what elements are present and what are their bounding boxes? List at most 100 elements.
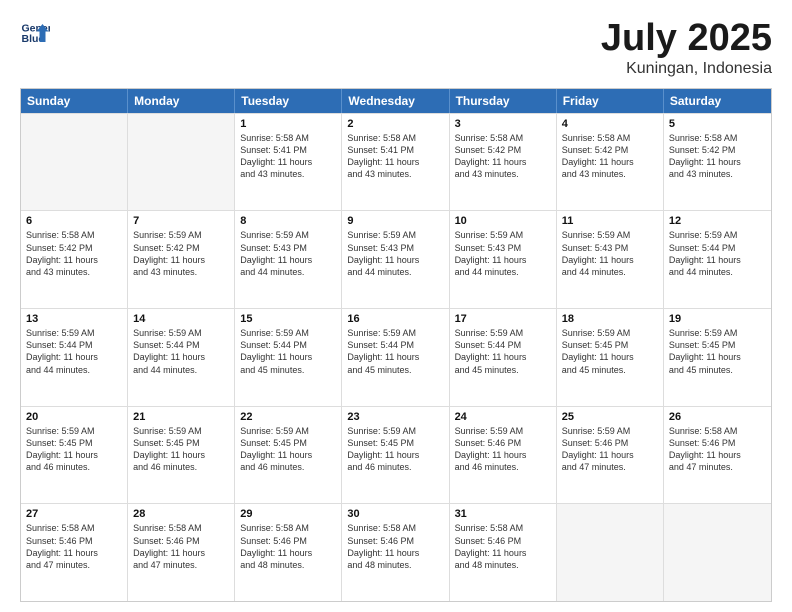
cell-line: and 47 minutes. [669,461,766,473]
cell-line: Sunrise: 5:58 AM [347,132,443,144]
day-number: 5 [669,118,766,130]
cell-line: Sunrise: 5:59 AM [455,229,551,241]
calendar-row: 20Sunrise: 5:59 AMSunset: 5:45 PMDayligh… [21,406,771,504]
cell-line: Daylight: 11 hours [455,547,551,559]
weekday-header: Friday [557,89,664,113]
calendar-cell: 6Sunrise: 5:58 AMSunset: 5:42 PMDaylight… [21,211,128,308]
title-block: July 2025 Kuningan, Indonesia [601,18,772,78]
calendar-cell: 28Sunrise: 5:58 AMSunset: 5:46 PMDayligh… [128,504,235,601]
calendar: SundayMondayTuesdayWednesdayThursdayFrid… [20,88,772,602]
calendar-cell: 13Sunrise: 5:59 AMSunset: 5:44 PMDayligh… [21,309,128,406]
cell-line: and 43 minutes. [669,168,766,180]
cell-line: Sunset: 5:46 PM [26,535,122,547]
cell-line: Daylight: 11 hours [240,156,336,168]
calendar-cell: 11Sunrise: 5:59 AMSunset: 5:43 PMDayligh… [557,211,664,308]
cell-line: Sunset: 5:46 PM [133,535,229,547]
cell-line: Sunset: 5:45 PM [26,437,122,449]
cell-line: Sunrise: 5:59 AM [669,229,766,241]
cell-line: Sunset: 5:44 PM [240,339,336,351]
cell-line: Sunset: 5:46 PM [240,535,336,547]
cell-line: Sunset: 5:43 PM [347,242,443,254]
cell-line: and 43 minutes. [26,266,122,278]
cell-line: Daylight: 11 hours [562,254,658,266]
cell-line: and 44 minutes. [669,266,766,278]
cell-line: Sunset: 5:42 PM [669,144,766,156]
cell-line: Daylight: 11 hours [669,351,766,363]
cell-line: Sunset: 5:45 PM [669,339,766,351]
weekday-header: Thursday [450,89,557,113]
day-number: 7 [133,215,229,227]
cell-line: and 44 minutes. [347,266,443,278]
calendar-cell [664,504,771,601]
day-number: 11 [562,215,658,227]
cell-line: and 45 minutes. [240,364,336,376]
calendar-cell [128,114,235,211]
calendar-cell: 24 Sunrise: 5:59 AMSunset: 5:46 PMDayligh… [450,407,557,504]
cell-line: Sunset: 5:46 PM [455,437,551,449]
cell-line: Sunrise: 5:58 AM [240,522,336,534]
calendar-row: 1Sunrise: 5:58 AMSunset: 5:41 PMDaylight… [21,113,771,211]
cell-line: Sunset: 5:44 PM [133,339,229,351]
day-number: 9 [347,215,443,227]
calendar-cell [557,504,664,601]
cell-line: and 46 minutes. [240,461,336,473]
calendar-cell: 22Sunrise: 5:59 AMSunset: 5:45 PMDayligh… [235,407,342,504]
cell-line: Daylight: 11 hours [26,547,122,559]
cell-line: Sunset: 5:41 PM [240,144,336,156]
cell-line: Sunrise: 5:58 AM [133,522,229,534]
day-number: 29 [240,508,336,520]
calendar-cell: 30Sunrise: 5:58 AMSunset: 5:46 PMDayligh… [342,504,449,601]
day-number: 21 [133,411,229,423]
cell-line: Sunrise: 5:58 AM [347,522,443,534]
day-number: 14 [133,313,229,325]
cell-line: Daylight: 11 hours [455,351,551,363]
day-number: 1 [240,118,336,130]
calendar-cell: 1 Sunrise: 5:58 AMSunset: 5:41 PMDaylight… [235,114,342,211]
day-number: 17 [455,313,551,325]
cell-line: Sunset: 5:42 PM [455,144,551,156]
page: General Blue July 2025 Kuningan, Indones… [0,0,792,612]
month-title: July 2025 [601,18,772,60]
cell-line: Sunset: 5:46 PM [347,535,443,547]
cell-line: Sunrise: 5:59 AM [133,327,229,339]
calendar-cell: 20Sunrise: 5:59 AMSunset: 5:45 PMDayligh… [21,407,128,504]
cell-line: Daylight: 11 hours [347,449,443,461]
cell-line: Sunset: 5:45 PM [240,437,336,449]
day-number: 30 [347,508,443,520]
header: General Blue July 2025 Kuningan, Indones… [20,18,772,78]
cell-line: Daylight: 11 hours [347,156,443,168]
cell-line: and 44 minutes. [455,266,551,278]
cell-line: Sunrise: 5:58 AM [455,132,551,144]
cell-line: Daylight: 11 hours [240,547,336,559]
cell-line: Sunrise: 5:59 AM [562,327,658,339]
logo-icon: General Blue [20,18,50,48]
weekday-header: Wednesday [342,89,449,113]
cell-line: and 43 minutes. [347,168,443,180]
cell-line: Sunset: 5:43 PM [562,242,658,254]
day-number: 25 [562,411,658,423]
cell-line: and 47 minutes. [26,559,122,571]
day-number: 24 [455,411,551,423]
cell-line: Sunset: 5:46 PM [669,437,766,449]
calendar-cell: 10Sunrise: 5:59 AMSunset: 5:43 PMDayligh… [450,211,557,308]
cell-line: Sunrise: 5:59 AM [26,327,122,339]
cell-line: Sunset: 5:44 PM [26,339,122,351]
day-number: 22 [240,411,336,423]
calendar-cell: 9Sunrise: 5:59 AMSunset: 5:43 PMDaylight… [342,211,449,308]
cell-line: and 44 minutes. [133,364,229,376]
cell-line: Daylight: 11 hours [26,449,122,461]
cell-line: Daylight: 11 hours [347,351,443,363]
cell-line: Sunrise: 5:59 AM [455,425,551,437]
calendar-header: SundayMondayTuesdayWednesdayThursdayFrid… [21,89,771,113]
cell-line: Daylight: 11 hours [455,449,551,461]
cell-line: and 46 minutes. [347,461,443,473]
cell-line: Sunrise: 5:59 AM [133,425,229,437]
calendar-cell: 8Sunrise: 5:59 AMSunset: 5:43 PMDaylight… [235,211,342,308]
cell-line: Sunrise: 5:59 AM [240,229,336,241]
day-number: 12 [669,215,766,227]
day-number: 2 [347,118,443,130]
day-number: 20 [26,411,122,423]
cell-line: Sunrise: 5:58 AM [240,132,336,144]
cell-line: Sunrise: 5:59 AM [669,327,766,339]
day-number: 13 [26,313,122,325]
